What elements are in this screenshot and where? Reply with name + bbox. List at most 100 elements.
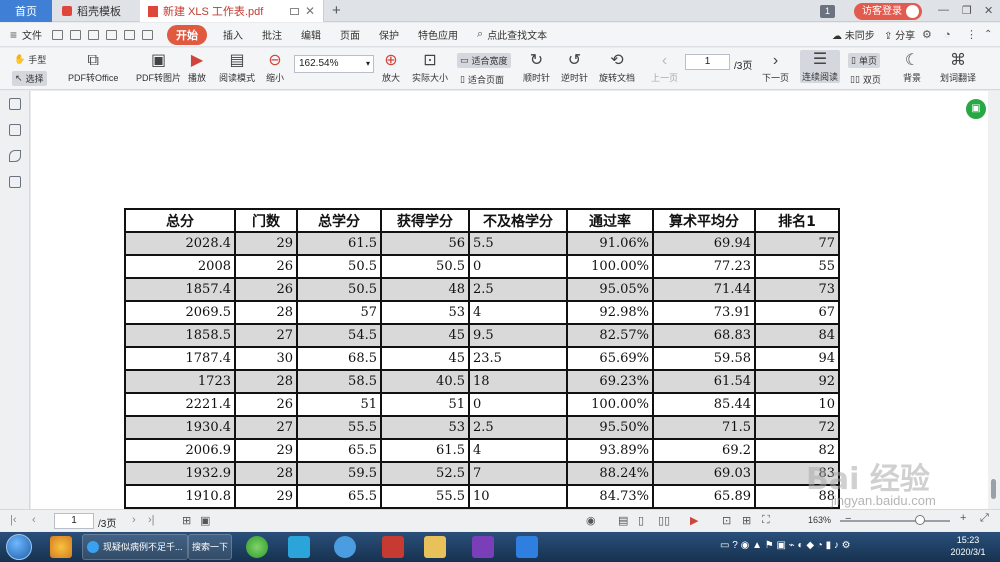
annotation-icon[interactable] (9, 176, 21, 188)
close-tab-icon[interactable]: ✕ (305, 4, 315, 18)
prev-page-button[interactable]: ‹ 上一页 (651, 51, 678, 84)
float-tool-icon[interactable]: ▣ (966, 99, 986, 119)
table-cell: 51 (296, 392, 382, 417)
zoom-in-button[interactable]: ⊕ 放大 (382, 51, 400, 84)
window-count-badge[interactable]: 1 (820, 5, 835, 18)
export-icon[interactable] (106, 29, 118, 40)
thumbnail-view-icon[interactable]: ▣ (200, 514, 210, 527)
zoom-out-button[interactable]: ⊖ 缩小 (266, 51, 284, 84)
app-icon-2[interactable] (288, 536, 310, 558)
app-icon-4[interactable] (382, 536, 404, 558)
menu-start[interactable]: 开始 (167, 24, 208, 45)
fullscreen-icon[interactable]: ⛶ (762, 514, 770, 527)
rotate-cw-button[interactable]: ↻ 顺时针 (523, 51, 550, 84)
app-icon-5[interactable] (472, 536, 494, 558)
collapse-ribbon-icon[interactable]: ⌃ (984, 29, 992, 40)
menu-annotate[interactable]: 批注 (262, 27, 282, 42)
zoom-plus-icon[interactable]: + (960, 512, 966, 524)
hand-tool-button[interactable]: ✋ 手型 (14, 53, 46, 66)
save-icon[interactable] (70, 29, 82, 40)
restore-icon[interactable]: ❐ (962, 4, 972, 17)
vertical-scrollbar[interactable] (988, 91, 1000, 509)
menu-edit[interactable]: 编辑 (301, 27, 321, 42)
share-button[interactable]: ⇪ 分享 (884, 27, 915, 42)
eye-icon[interactable]: ◉ (586, 514, 596, 527)
rotate-doc-button[interactable]: ⟲ 旋转文档 (599, 51, 635, 84)
rotate-ccw-button[interactable]: ↺ 逆时针 (561, 51, 588, 84)
tab-home[interactable]: 首页 (0, 0, 52, 22)
minimize-icon[interactable]: — (938, 4, 949, 16)
wps-icon[interactable] (516, 536, 538, 558)
menu-insert[interactable]: 插入 (223, 27, 243, 42)
start-button[interactable] (6, 534, 32, 560)
translate-button[interactable]: ⌘ 划词翻译 (940, 51, 976, 84)
add-page-icon[interactable]: ⊞ (182, 514, 191, 527)
fit-page-status-icon[interactable]: ⊡ (722, 514, 731, 527)
document-canvas[interactable]: ▣ 总分 门数 总学分 获得学分 不及格学分 通过率 算术平均分 排名1 2028.4 29 61… (31, 91, 988, 509)
undo-icon[interactable] (124, 29, 136, 40)
app-icon-1[interactable] (50, 536, 72, 558)
bookmark-icon[interactable] (9, 150, 21, 162)
system-tray-icons[interactable]: ▭ ? ◉ ▲ ⚑ ▣ ⌁ ◐ ◆ ◔ ▮ ♪ ⚙ (720, 540, 851, 551)
taskbar-search[interactable]: 搜索一下 (188, 534, 232, 560)
tab-templates[interactable]: 稻壳模板 (54, 0, 140, 22)
fit-width-status-icon[interactable]: ⊞ (742, 514, 751, 527)
settings-icon[interactable]: ⚙ (922, 28, 932, 41)
folder-icon[interactable] (424, 536, 446, 558)
single-view-icon[interactable]: ▯ (638, 514, 644, 527)
thumbnails-icon[interactable] (9, 98, 21, 110)
continuous-view-icon[interactable]: ▤ (618, 514, 628, 527)
close-window-icon[interactable]: ✕ (984, 4, 993, 17)
double-page-button[interactable]: ▯▯ 双页 (850, 73, 881, 86)
monitor-icon[interactable] (290, 7, 299, 15)
open-icon[interactable] (52, 29, 64, 40)
zoom-slider-knob[interactable] (915, 515, 925, 525)
taskbar-clock[interactable]: 15:23 2020/3/1 (940, 534, 996, 558)
menu-protect[interactable]: 保护 (379, 27, 399, 42)
menu-file[interactable]: 文件 (22, 27, 42, 42)
redo-icon[interactable] (142, 29, 154, 40)
menu-page[interactable]: 页面 (340, 27, 360, 42)
page-number-input[interactable]: 1 (685, 54, 730, 70)
table-row: 1787.4 30 68.5 45 23.5 65.69% 59.58 94 (124, 346, 840, 371)
new-tab-button[interactable]: + (332, 2, 341, 19)
print-icon[interactable] (88, 29, 100, 40)
app-icon-3[interactable] (334, 536, 356, 558)
single-page-button[interactable]: ▯ 单页 (848, 53, 880, 68)
next-page-icon[interactable]: › (132, 514, 136, 526)
read-mode-button[interactable]: ▤ 阅读模式 (219, 51, 255, 84)
pdf-to-image-button[interactable]: ▣ PDF转图片 (136, 51, 181, 84)
double-view-icon[interactable]: ▯▯ (658, 514, 670, 527)
play-button[interactable]: ▶ 播放 (188, 51, 206, 84)
pdf-to-office-button[interactable]: ⧉ PDF转Office (68, 51, 118, 84)
zoom-slider[interactable] (840, 520, 950, 522)
background-button[interactable]: ☾ 背景 (903, 51, 921, 84)
hamburger-icon[interactable]: ≡ (10, 28, 17, 42)
prev-page-icon[interactable]: ‹ (32, 514, 36, 526)
last-page-icon[interactable]: ›| (148, 514, 155, 526)
status-page-input[interactable]: 1 (54, 513, 94, 529)
menu-special[interactable]: 特色应用 (418, 27, 458, 42)
browser-icon[interactable] (246, 536, 268, 558)
zoom-minus-icon[interactable]: − (845, 513, 851, 525)
skin-icon[interactable]: ◔ (944, 29, 951, 41)
search-text-box[interactable]: 点此查找文本 (487, 27, 547, 42)
tab-document[interactable]: 新建 XLS 工作表.pdf ✕ (140, 0, 324, 22)
scrollbar-thumb[interactable] (991, 479, 996, 499)
select-tool-button[interactable]: ↖ 选择 (12, 71, 47, 86)
fit-page-button[interactable]: ▯ 适合页面 (460, 73, 504, 86)
actual-size-button[interactable]: ⊡ 实际大小 (412, 51, 448, 84)
guest-login-button[interactable]: 访客登录 (854, 3, 922, 20)
continuous-read-button[interactable]: ☰ 连续阅读 (800, 50, 841, 83)
zoom-select[interactable]: 162.54% ▾ (294, 55, 374, 73)
table-row: 1932.9 28 59.5 52.5 7 88.24% 69.03 83 (124, 461, 840, 486)
image-icon[interactable] (9, 124, 21, 136)
sync-status[interactable]: ☁ 未同步 (832, 27, 875, 42)
first-page-icon[interactable]: |‹ (10, 514, 17, 526)
play-slideshow-icon[interactable]: ▶ (690, 514, 698, 527)
taskbar-ie-window[interactable]: 现疑似病例不足千... (82, 534, 188, 560)
fit-width-button[interactable]: ▭ 适合宽度 (457, 53, 511, 68)
more-icon[interactable]: ⋮ (966, 28, 977, 41)
next-page-button[interactable]: › 下一页 (762, 51, 789, 84)
expand-icon[interactable]: ⤢ (980, 512, 989, 525)
